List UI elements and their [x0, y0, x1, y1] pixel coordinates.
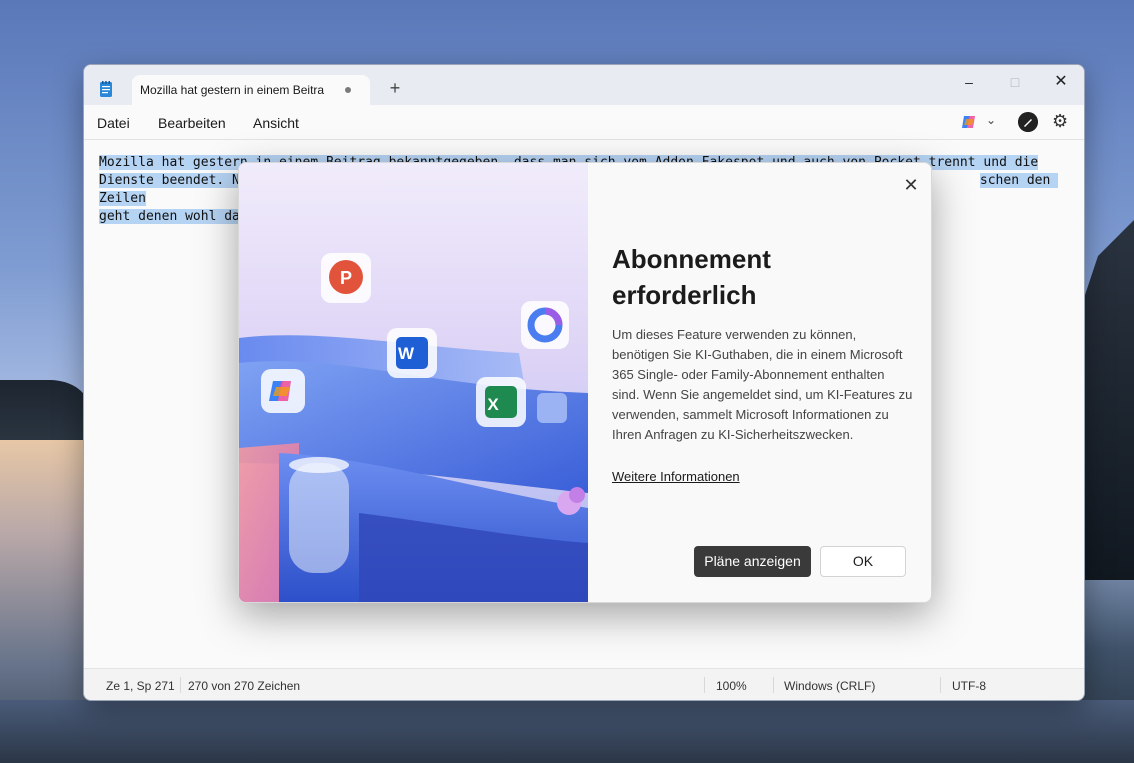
more-info-link[interactable]: Weitere Informationen: [612, 469, 740, 484]
selected-text-line-3: geht denen wohl da: [99, 209, 240, 224]
microsoft-365-illustration: P W X: [239, 163, 588, 602]
copilot-icon[interactable]: [960, 113, 978, 131]
new-tab-button[interactable]: +: [384, 77, 406, 99]
powerpoint-letter: P: [340, 268, 352, 288]
notepad-icon: [100, 81, 112, 97]
status-divider: [180, 677, 181, 693]
dialog-title: Abonnement erforderlich: [612, 244, 771, 310]
status-divider: [704, 677, 705, 693]
menu-bar: Datei Bearbeiten Ansicht ⌄ ⚙: [84, 105, 1084, 140]
status-line-ending[interactable]: Windows (CRLF): [784, 679, 875, 693]
status-encoding[interactable]: UTF-8: [952, 679, 986, 693]
ok-button[interactable]: OK: [820, 546, 906, 577]
menu-view[interactable]: Ansicht: [253, 115, 299, 131]
maximize-button[interactable]: □: [992, 69, 1038, 97]
status-bar: Ze 1, Sp 271 270 von 270 Zeichen 100% Wi…: [84, 668, 1084, 700]
word-icon: W: [387, 328, 437, 378]
dialog-close-button[interactable]: ✕: [899, 173, 923, 197]
excel-letter: X: [487, 395, 499, 414]
gear-icon[interactable]: ⚙: [1052, 111, 1068, 132]
tab-title: Mozilla hat gestern in einem Beitra: [140, 83, 325, 97]
pen-icon[interactable]: [1018, 112, 1038, 132]
menu-edit[interactable]: Bearbeiten: [158, 115, 226, 131]
unsaved-indicator-icon: [345, 87, 351, 93]
close-window-button[interactable]: ✕: [1038, 69, 1084, 97]
subscription-dialog: P W X ✕ Abonnement erforderlich Um diese…: [238, 162, 932, 603]
selected-text-line-2: Dienste beendet. N: [99, 173, 240, 188]
title-bar: Mozilla hat gestern in einem Beitra + – …: [84, 65, 1084, 105]
excel-icon: X: [476, 377, 526, 427]
status-cursor-position: Ze 1, Sp 271: [106, 679, 175, 693]
show-plans-button[interactable]: Pläne anzeigen: [694, 546, 811, 577]
chevron-down-icon[interactable]: ⌄: [986, 113, 996, 127]
menu-file[interactable]: Datei: [97, 115, 130, 131]
status-char-count: 270 von 270 Zeichen: [188, 679, 301, 693]
microsoft-365-icon: [521, 301, 569, 349]
status-divider: [940, 677, 941, 693]
tab-document[interactable]: Mozilla hat gestern in einem Beitra: [132, 75, 370, 105]
status-zoom[interactable]: 100%: [716, 679, 747, 693]
minimize-button[interactable]: –: [946, 69, 992, 97]
powerpoint-icon: P: [321, 253, 371, 303]
desktop-wallpaper-water: [0, 700, 1134, 763]
word-letter: W: [398, 344, 415, 363]
dialog-description: Um dieses Feature verwenden zu können, b…: [612, 327, 913, 442]
copilot-app-icon: [261, 369, 305, 413]
status-divider: [773, 677, 774, 693]
